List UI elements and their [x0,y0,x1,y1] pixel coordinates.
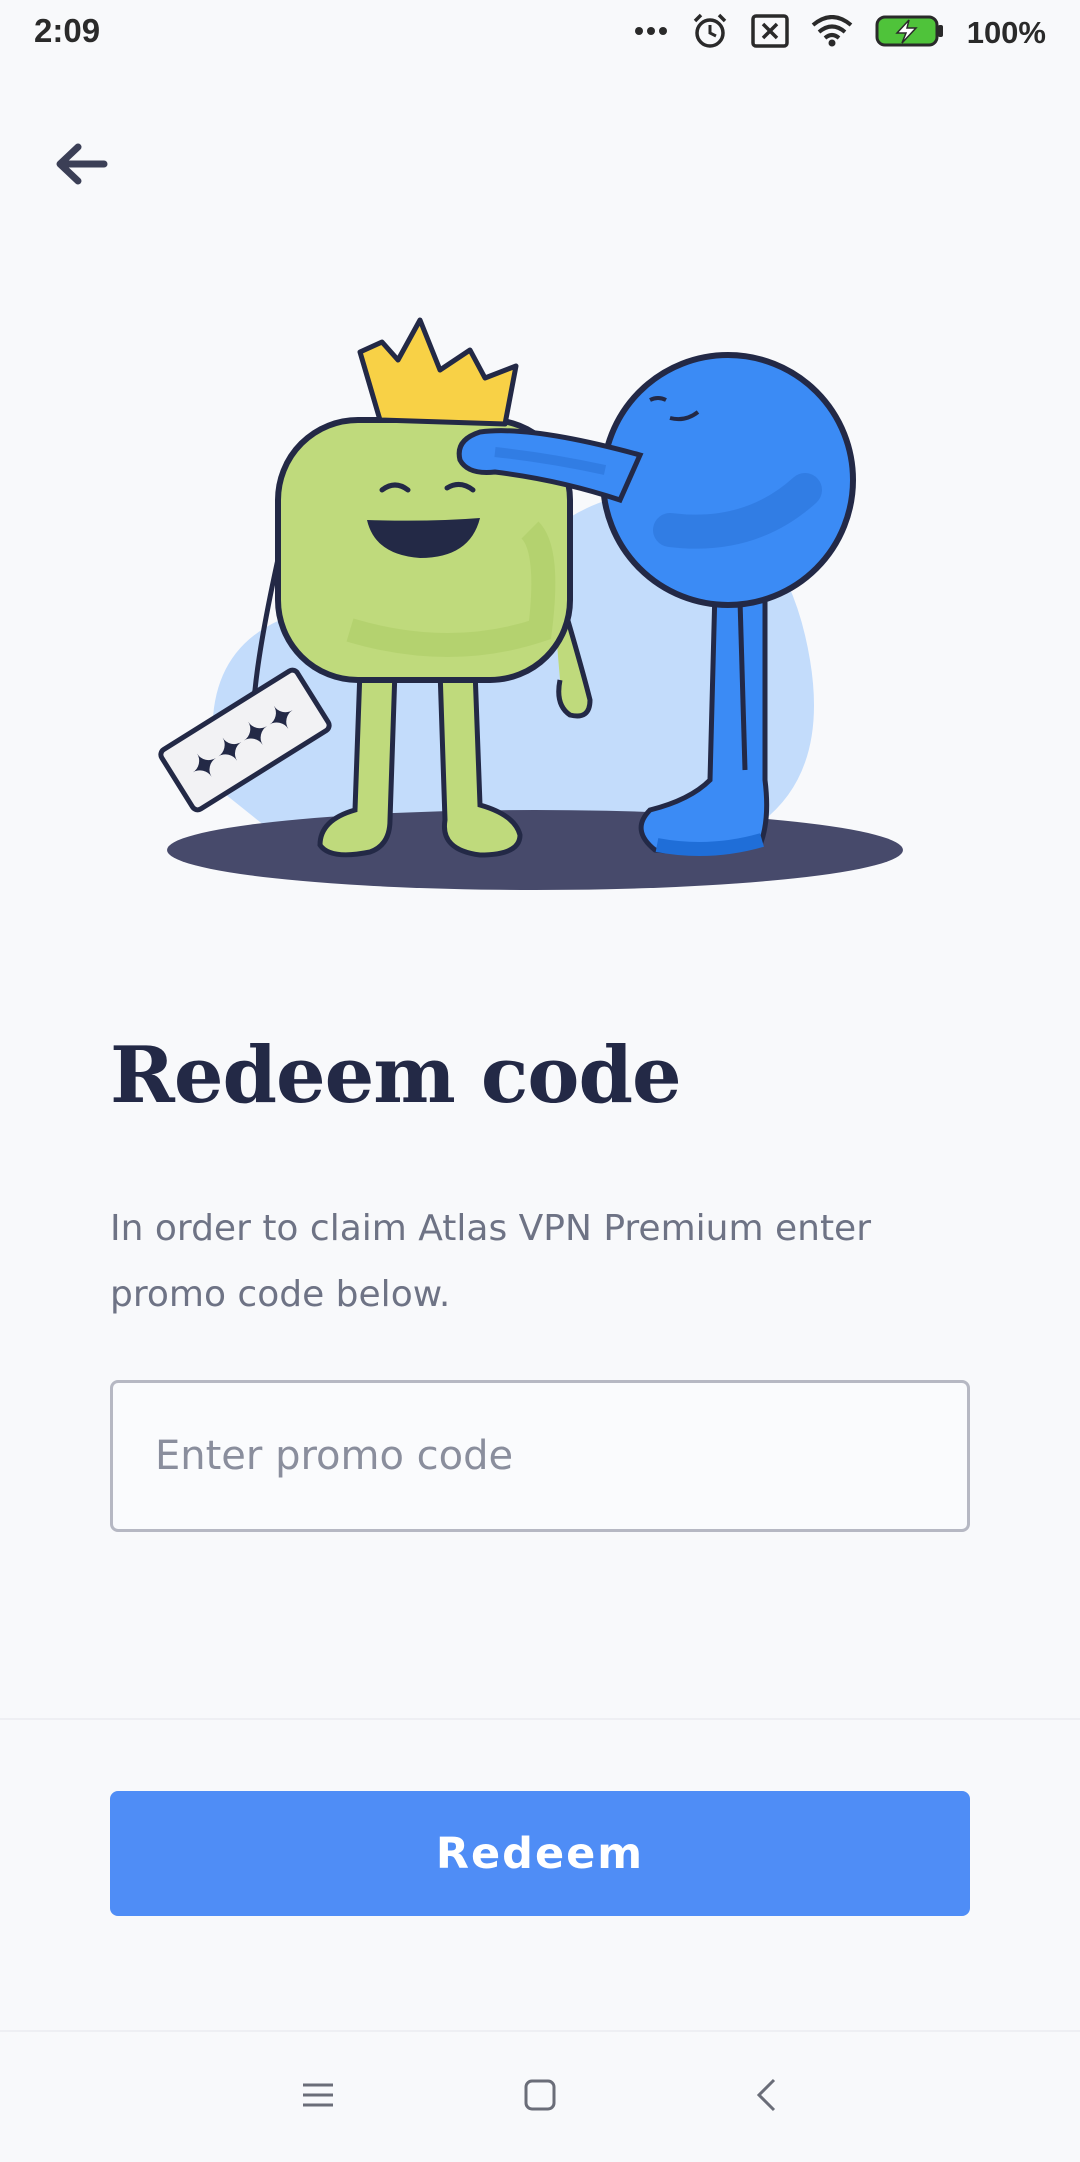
sim-error-icon [750,13,789,53]
redeem-button[interactable]: Redeem [110,1791,970,1916]
status-bar: 2:09 100% [0,0,1080,68]
alarm-icon [691,12,729,55]
navigation-bar [0,2030,1080,2162]
description-text: In order to claim Atlas VPN Premium ente… [110,1208,872,1315]
status-time: 2:09 [34,12,101,49]
back-button[interactable] [44,134,116,198]
mascots-illustration: ✦✦✦✦ [150,300,930,900]
home-square-icon [523,2078,557,2117]
battery-percent: 100% [966,15,1046,50]
system-back-button[interactable] [736,2072,796,2122]
menu-button[interactable] [288,2072,348,2122]
wifi-icon [811,14,853,52]
home-button[interactable] [510,2072,570,2122]
status-icons: 100% [633,10,1046,56]
page-title: Redeem code [110,1030,682,1121]
arrow-left-icon [50,139,110,194]
promo-code-input[interactable] [110,1380,970,1532]
more-dots-icon [633,24,669,42]
menu-icon [301,2081,335,2114]
battery-charging-icon [875,14,945,53]
back-chevron-icon [754,2077,778,2118]
